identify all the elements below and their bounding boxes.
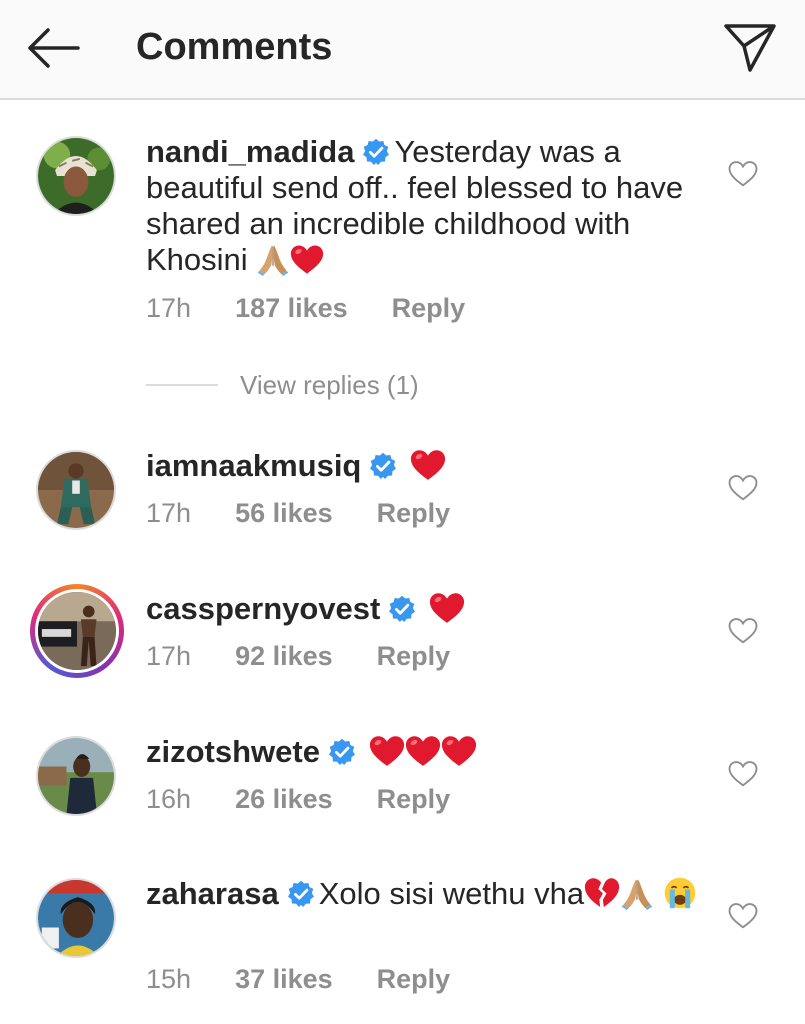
red-heart-icon [441, 735, 477, 768]
heart-outline-icon [728, 161, 758, 187]
back-button[interactable] [22, 24, 82, 72]
comment-body: iamnaakmusiq [146, 448, 706, 484]
comment-likes[interactable]: 187 likes [235, 293, 348, 324]
avatar[interactable] [36, 136, 116, 216]
red-heart-icon [410, 449, 446, 482]
reply-button[interactable]: Reply [377, 641, 451, 672]
heart-outline-icon [728, 475, 758, 501]
comment-username[interactable]: iamnaakmusiq [146, 448, 361, 483]
like-comment-button[interactable] [728, 760, 758, 788]
comment-body: zaharasa Xolo sisi wethu vha [146, 876, 706, 912]
comment-meta: 17h 56 likes Reply [146, 498, 450, 529]
folded-hands-icon [620, 876, 654, 910]
comment-body: nandi_madida Yesterday was a beautiful se… [146, 134, 706, 278]
paper-plane-icon [724, 24, 776, 72]
comment-text: Xolo sisi wethu vha [318, 876, 585, 911]
verified-badge-icon [369, 452, 397, 480]
like-comment-button[interactable] [728, 160, 758, 188]
avatar-story-ring[interactable] [30, 584, 124, 678]
verified-badge-icon [388, 595, 416, 623]
comment-time: 17h [146, 293, 192, 323]
avatar[interactable] [36, 878, 116, 958]
avatar-image [38, 138, 114, 214]
verified-badge-icon [328, 738, 356, 766]
comment-meta: 15h 37 likes Reply [146, 964, 450, 995]
avatar-image [38, 592, 116, 670]
comment-meta: 16h 26 likes Reply [146, 784, 450, 815]
comment-meta: 17h 92 likes Reply [146, 641, 450, 672]
red-heart-icon [429, 592, 465, 625]
comment-likes[interactable]: 56 likes [235, 498, 333, 529]
comment-body: casspernyovest [146, 591, 706, 627]
view-replies[interactable]: View replies (1) [146, 370, 546, 400]
page-title: Comments [136, 26, 333, 68]
comment-meta: 17h 187 likes Reply [146, 293, 465, 324]
avatar-image [38, 452, 114, 528]
reply-button[interactable]: Reply [377, 784, 451, 815]
red-heart-icon [369, 735, 405, 768]
folded-hands-icon [256, 242, 290, 276]
heart-outline-icon [728, 761, 758, 787]
share-button[interactable] [720, 20, 780, 76]
verified-badge-icon [287, 880, 315, 908]
comment-time: 16h [146, 784, 192, 814]
comment-body: zizotshwete [146, 734, 706, 770]
comment-time: 17h [146, 498, 192, 528]
comment-time: 15h [146, 964, 192, 994]
reply-button[interactable]: Reply [392, 293, 466, 324]
comment-likes[interactable]: 92 likes [235, 641, 333, 672]
like-comment-button[interactable] [728, 902, 758, 930]
avatar[interactable] [36, 736, 116, 816]
broken-heart-icon [584, 877, 620, 910]
comment-username[interactable]: nandi_madida [146, 134, 354, 169]
comment-likes[interactable]: 37 likes [235, 964, 333, 995]
like-comment-button[interactable] [728, 617, 758, 645]
divider-line [146, 384, 218, 386]
comment-time: 17h [146, 641, 192, 671]
comment-username[interactable]: casspernyovest [146, 591, 380, 626]
comment-username[interactable]: zaharasa [146, 876, 279, 911]
view-replies-link[interactable]: View replies (1) [240, 370, 419, 401]
avatar[interactable] [36, 450, 116, 530]
comment-username[interactable]: zizotshwete [146, 734, 320, 769]
red-heart-icon [290, 244, 324, 276]
arrow-left-icon [28, 28, 80, 68]
heart-outline-icon [728, 618, 758, 644]
avatar-image [38, 880, 114, 956]
red-heart-icon [405, 735, 441, 768]
reply-button[interactable]: Reply [377, 498, 451, 529]
verified-badge-icon [362, 138, 390, 166]
reply-button[interactable]: Reply [377, 964, 451, 995]
heart-outline-icon [728, 903, 758, 929]
comment-likes[interactable]: 26 likes [235, 784, 333, 815]
top-bar: Comments [0, 0, 805, 100]
loudly-crying-face-icon [663, 876, 697, 910]
like-comment-button[interactable] [728, 474, 758, 502]
avatar-image [38, 738, 114, 814]
